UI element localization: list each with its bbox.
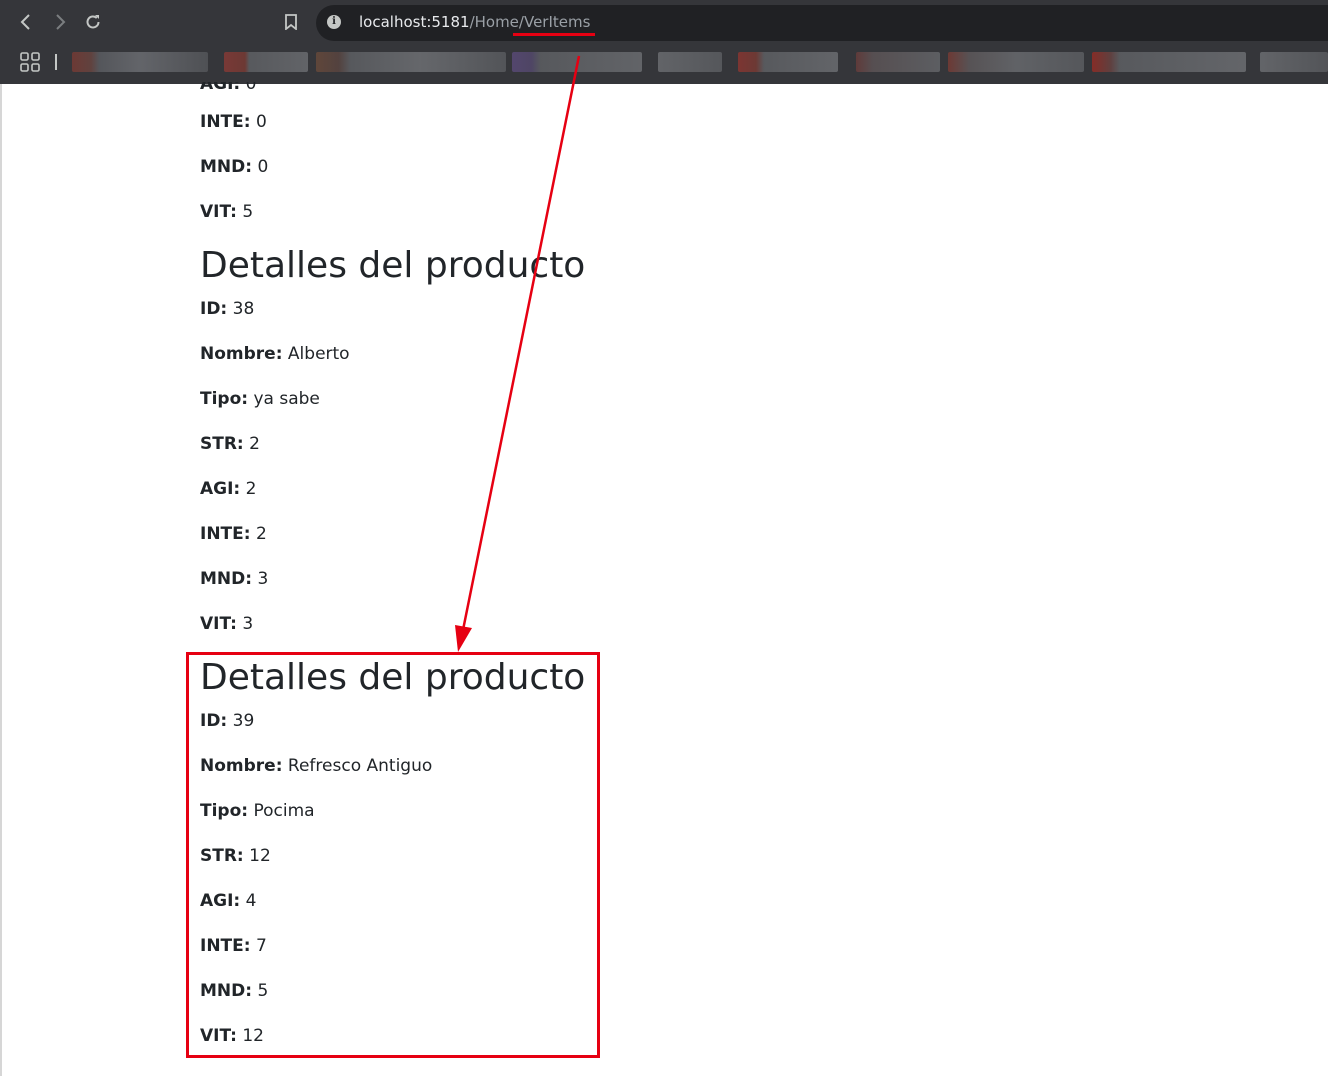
field-label: Tipo: bbox=[200, 801, 249, 821]
field-id: ID: 38 bbox=[200, 297, 254, 321]
field-tipo: Tipo: Pocima bbox=[200, 799, 315, 823]
bookmark-item[interactable] bbox=[512, 52, 642, 72]
field-str: STR: 2 bbox=[200, 432, 260, 456]
field-label: AGI: bbox=[200, 479, 241, 499]
field-label: INTE: bbox=[200, 524, 251, 544]
bookmark-item[interactable] bbox=[224, 52, 308, 72]
field-value: 3 bbox=[257, 569, 269, 589]
bookmark-item[interactable] bbox=[1260, 52, 1328, 72]
field-label: MND: bbox=[200, 569, 253, 589]
field-str: STR: 12 bbox=[200, 844, 271, 868]
page-content: AGI: 0 INTE: 0 MND: 0 VIT: 5 Detalles de… bbox=[0, 82, 1328, 1076]
field-label: Tipo: bbox=[200, 389, 249, 409]
field-value: 0 bbox=[257, 157, 269, 177]
field-value: 4 bbox=[245, 891, 257, 911]
chevron-right-icon bbox=[56, 14, 66, 30]
browser-toolbar: i localhost:5181/Home/VerItems bbox=[0, 0, 1328, 84]
forward-button[interactable] bbox=[46, 8, 74, 36]
field-vit: VIT: 5 bbox=[200, 200, 253, 224]
url-host: localhost:5181 bbox=[359, 13, 470, 31]
url-path: /Home/VerItems bbox=[469, 13, 591, 31]
field-nombre: Nombre: Refresco Antiguo bbox=[200, 754, 432, 778]
bookmark-item[interactable] bbox=[856, 52, 940, 72]
reload-button[interactable] bbox=[79, 8, 107, 36]
field-inte: INTE: 7 bbox=[200, 934, 267, 958]
bookmark-icon bbox=[285, 14, 297, 30]
back-button[interactable] bbox=[12, 8, 40, 36]
field-value: 5 bbox=[257, 981, 269, 1001]
field-label: Nombre: bbox=[200, 344, 283, 364]
field-value: ya sabe bbox=[253, 389, 320, 409]
field-mnd: MND: 3 bbox=[200, 567, 268, 591]
field-label: AGI: bbox=[200, 891, 241, 911]
url-text[interactable]: localhost:5181/Home/VerItems bbox=[359, 13, 590, 31]
field-label: VIT: bbox=[200, 614, 237, 634]
field-mnd: MND: 5 bbox=[200, 979, 268, 1003]
field-label: INTE: bbox=[200, 936, 251, 956]
product-heading: Detalles del producto bbox=[200, 657, 586, 698]
address-bar[interactable]: i localhost:5181/Home/VerItems bbox=[316, 5, 1328, 41]
field-label: ID: bbox=[200, 299, 228, 319]
info-icon[interactable]: i bbox=[327, 15, 341, 29]
field-agi: AGI: 4 bbox=[200, 889, 256, 913]
bookmark-item[interactable] bbox=[1092, 52, 1246, 72]
field-value: 12 bbox=[242, 1026, 264, 1046]
field-value: 38 bbox=[232, 299, 255, 319]
bookmark-item[interactable] bbox=[316, 52, 506, 72]
field-value: Refresco Antiguo bbox=[287, 756, 433, 776]
field-value: 3 bbox=[242, 614, 254, 634]
field-value: 0 bbox=[255, 112, 267, 132]
reload-icon bbox=[86, 15, 100, 29]
field-value: 12 bbox=[249, 846, 271, 866]
field-value: 2 bbox=[245, 479, 257, 499]
field-label: VIT: bbox=[200, 1026, 237, 1046]
field-inte: INTE: 2 bbox=[200, 522, 267, 546]
field-label: Nombre: bbox=[200, 756, 283, 776]
field-label: MND: bbox=[200, 981, 253, 1001]
field-vit: VIT: 12 bbox=[200, 1024, 264, 1048]
chevron-left-icon bbox=[20, 14, 30, 30]
field-value: 2 bbox=[249, 434, 260, 454]
url-annotation-underline bbox=[513, 33, 595, 36]
bookmarks-divider bbox=[55, 54, 57, 70]
apps-grid-icon[interactable] bbox=[20, 52, 40, 72]
field-label: VIT: bbox=[200, 202, 237, 222]
field-mnd: MND: 0 bbox=[200, 155, 268, 179]
bookmark-button[interactable] bbox=[280, 8, 302, 36]
field-value: 7 bbox=[255, 936, 267, 956]
field-label: MND: bbox=[200, 157, 253, 177]
bookmark-item[interactable] bbox=[72, 52, 208, 72]
field-id: ID: 39 bbox=[200, 709, 254, 733]
field-value: 5 bbox=[242, 202, 254, 222]
bookmark-item[interactable] bbox=[948, 52, 1084, 72]
field-label: STR: bbox=[200, 846, 244, 866]
field-vit: VIT: 3 bbox=[200, 612, 253, 636]
field-value: 39 bbox=[232, 711, 255, 731]
field-label: ID: bbox=[200, 711, 228, 731]
field-tipo: Tipo: ya sabe bbox=[200, 387, 320, 411]
field-label: INTE: bbox=[200, 112, 251, 132]
product-heading: Detalles del producto bbox=[200, 245, 586, 286]
bookmarks-bar bbox=[0, 46, 1328, 80]
field-value: Pocima bbox=[253, 801, 315, 821]
field-value: 2 bbox=[255, 524, 267, 544]
field-value: Alberto bbox=[287, 344, 350, 364]
bookmark-item[interactable] bbox=[658, 52, 722, 72]
bookmark-item[interactable] bbox=[738, 52, 838, 72]
field-nombre: Nombre: Alberto bbox=[200, 342, 350, 366]
page-border bbox=[0, 84, 2, 1076]
field-agi: AGI: 2 bbox=[200, 477, 256, 501]
field-inte: INTE: 0 bbox=[200, 110, 267, 134]
field-label: STR: bbox=[200, 434, 244, 454]
